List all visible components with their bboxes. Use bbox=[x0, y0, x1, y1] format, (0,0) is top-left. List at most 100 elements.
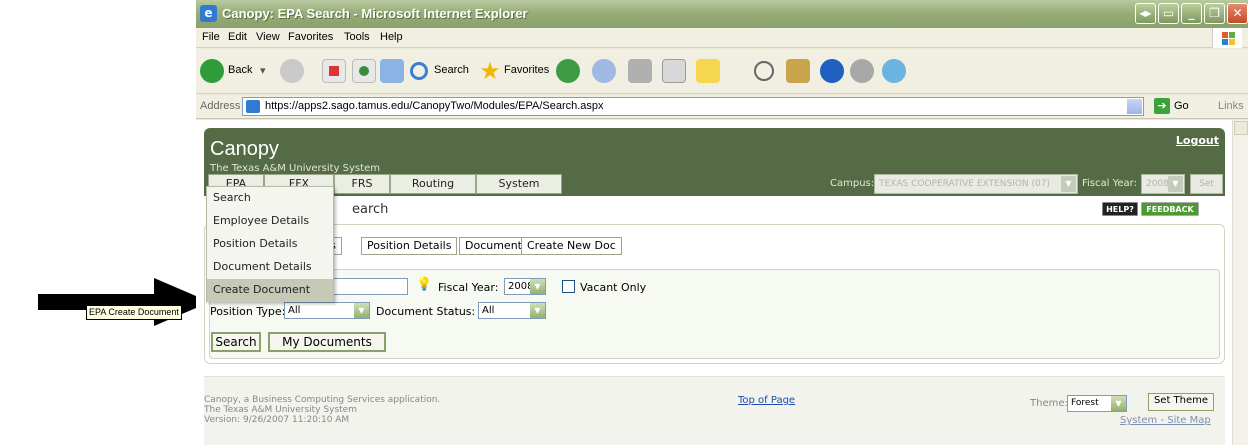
maximize-button[interactable]: ❐ bbox=[1204, 3, 1225, 24]
page-footer: Canopy, a Business Computing Services ap… bbox=[204, 376, 1225, 445]
fiscal-year-label: Fiscal Year: bbox=[1082, 178, 1137, 189]
dropdown-item-employee-details[interactable]: Employee Details bbox=[207, 210, 333, 233]
app-brand[interactable]: Canopy bbox=[210, 138, 279, 161]
search-icon[interactable] bbox=[410, 62, 428, 80]
back-label[interactable]: Back bbox=[228, 64, 252, 76]
vertical-scrollbar[interactable] bbox=[1232, 120, 1248, 445]
research-icon[interactable] bbox=[786, 59, 810, 83]
address-input[interactable]: https://apps2.sago.tamus.edu/CanopyTwo/M… bbox=[242, 97, 1144, 116]
subtab-create-new-doc[interactable]: Create New Doc bbox=[521, 237, 622, 255]
campus-value: TEXAS COOPERATIVE EXTENSION (07) bbox=[879, 179, 1050, 189]
mail-icon[interactable] bbox=[592, 59, 616, 83]
links-button[interactable]: Links bbox=[1218, 100, 1244, 112]
go-button[interactable]: Go bbox=[1174, 100, 1189, 112]
footer-line-3: Version: 9/26/2007 11:20:10 AM bbox=[204, 415, 350, 425]
chat-icon[interactable] bbox=[850, 59, 874, 83]
theme-select[interactable]: Forest ▼ bbox=[1067, 395, 1127, 412]
theme-label: Theme: bbox=[1030, 398, 1068, 409]
refresh-icon[interactable] bbox=[352, 59, 376, 83]
vacant-only-checkbox[interactable] bbox=[562, 280, 575, 293]
title-bar[interactable]: e Canopy: EPA Search - Microsoft Interne… bbox=[196, 0, 1248, 28]
page-content: Canopy The Texas A&M University System L… bbox=[196, 120, 1232, 445]
chevron-down-icon: ▼ bbox=[354, 303, 369, 318]
footer-line-2: The Texas A&M University System bbox=[204, 405, 357, 415]
menu-tools[interactable]: Tools bbox=[344, 31, 370, 43]
address-bar: Address https://apps2.sago.tamus.edu/Can… bbox=[196, 95, 1248, 119]
dropdown-item-document-details[interactable]: Document Details bbox=[207, 256, 333, 279]
campus-select[interactable]: TEXAS COOPERATIVE EXTENSION (07) ▼ bbox=[874, 174, 1078, 194]
chevron-down-icon: ▼ bbox=[1111, 396, 1126, 411]
menu-file[interactable]: File bbox=[202, 31, 220, 43]
page-header: earch HELP? FEEDBACK bbox=[204, 196, 1225, 224]
discuss-icon[interactable] bbox=[696, 59, 720, 83]
restore-small-icon[interactable]: ◂▸ bbox=[1135, 3, 1156, 24]
position-type-label: Position Type: bbox=[210, 305, 286, 318]
windows-logo-icon bbox=[1212, 28, 1242, 48]
nav-tab-routing[interactable]: Routing bbox=[390, 174, 476, 194]
home-icon[interactable] bbox=[380, 59, 404, 83]
search-label[interactable]: Search bbox=[434, 64, 469, 76]
set-theme-button[interactable]: Set Theme bbox=[1148, 393, 1214, 411]
site-map-link[interactable]: System - Site Map bbox=[1120, 415, 1211, 426]
search-button[interactable]: Search bbox=[211, 332, 261, 352]
go-arrow-icon[interactable]: ➔ bbox=[1154, 98, 1170, 114]
position-type-select[interactable]: All ▼ bbox=[284, 302, 370, 319]
document-status-select[interactable]: All ▼ bbox=[478, 302, 546, 319]
stop-icon[interactable] bbox=[322, 59, 346, 83]
set-ccfy-button[interactable]: Set CC/FY bbox=[1190, 174, 1223, 207]
minimize-button[interactable]: _ bbox=[1181, 3, 1202, 24]
subtab-position-details[interactable]: Position Details bbox=[361, 237, 458, 255]
app-header: Canopy The Texas A&M University System L… bbox=[204, 128, 1225, 207]
chevron-down-icon: ▼ bbox=[1168, 176, 1183, 192]
forward-arrow-icon[interactable] bbox=[280, 59, 304, 83]
print-icon[interactable] bbox=[628, 59, 652, 83]
top-of-page-link[interactable]: Top of Page bbox=[738, 395, 795, 406]
address-dropdown-icon[interactable] bbox=[1127, 99, 1142, 114]
tooltip: EPA Create Document bbox=[86, 305, 182, 320]
dropdown-item-search[interactable]: Search bbox=[207, 187, 333, 210]
nav-tab-system[interactable]: System bbox=[476, 174, 562, 194]
dropdown-item-create-document[interactable]: Create Document bbox=[207, 279, 333, 302]
menu-bar: File Edit View Favorites Tools Help bbox=[196, 28, 1248, 48]
favorites-star-icon[interactable]: ★ bbox=[478, 59, 502, 83]
contacts-icon[interactable] bbox=[882, 59, 906, 83]
chevron-down-icon: ▼ bbox=[530, 303, 545, 318]
help-badge[interactable]: HELP? bbox=[1102, 202, 1138, 216]
favorites-label[interactable]: Favorites bbox=[504, 64, 549, 76]
address-url[interactable]: https://apps2.sago.tamus.edu/CanopyTwo/M… bbox=[265, 100, 604, 112]
position-type-value: All bbox=[288, 305, 301, 316]
back-dropdown-icon[interactable]: ▾ bbox=[260, 64, 266, 77]
header-fiscal-year-value: 2008 bbox=[1146, 179, 1169, 189]
back-arrow-icon[interactable] bbox=[200, 59, 224, 83]
history-icon[interactable] bbox=[556, 59, 580, 83]
menu-view[interactable]: View bbox=[256, 31, 280, 43]
close-button[interactable]: ✕ bbox=[1227, 3, 1248, 24]
edit-icon[interactable] bbox=[662, 59, 686, 83]
menu-favorites[interactable]: Favorites bbox=[288, 31, 333, 43]
nav-tab-frs[interactable]: FRS bbox=[334, 174, 390, 194]
feedback-badge[interactable]: FEEDBACK bbox=[1141, 202, 1199, 216]
bluetooth-icon[interactable] bbox=[820, 59, 844, 83]
fiscal-year-select[interactable]: 2008 ▼ bbox=[504, 278, 546, 295]
my-documents-button[interactable]: My Documents bbox=[268, 332, 386, 352]
scroll-up-icon[interactable] bbox=[1234, 121, 1248, 135]
header-fiscal-year-select[interactable]: 2008 ▼ bbox=[1141, 174, 1185, 194]
theme-value: Forest bbox=[1071, 398, 1099, 408]
chevron-down-icon: ▼ bbox=[1061, 176, 1076, 192]
dropdown-item-position-details[interactable]: Position Details bbox=[207, 233, 333, 256]
window-list-button[interactable]: ▭ bbox=[1158, 3, 1179, 24]
chevron-down-icon: ▼ bbox=[530, 279, 545, 294]
search-form: 💡 Fiscal Year: 2008 ▼ Vacant Only Positi… bbox=[209, 269, 1220, 359]
lightbulb-icon[interactable]: 💡 bbox=[416, 278, 432, 292]
logout-link[interactable]: Logout bbox=[1176, 134, 1219, 147]
menu-edit[interactable]: Edit bbox=[228, 31, 247, 43]
app-subtitle: The Texas A&M University System bbox=[210, 163, 380, 174]
toolbar: Back ▾ Search ★ Favorites bbox=[196, 49, 1248, 94]
subtab-document[interactable]: Document bbox=[459, 237, 528, 255]
messenger-icon[interactable] bbox=[754, 61, 774, 81]
page-title: earch bbox=[352, 202, 389, 217]
ie-app-icon: e bbox=[200, 5, 217, 22]
browser-window: e Canopy: EPA Search - Microsoft Interne… bbox=[196, 0, 1248, 445]
menu-help[interactable]: Help bbox=[380, 31, 403, 43]
footer-line-1: Canopy, a Business Computing Services ap… bbox=[204, 395, 441, 405]
